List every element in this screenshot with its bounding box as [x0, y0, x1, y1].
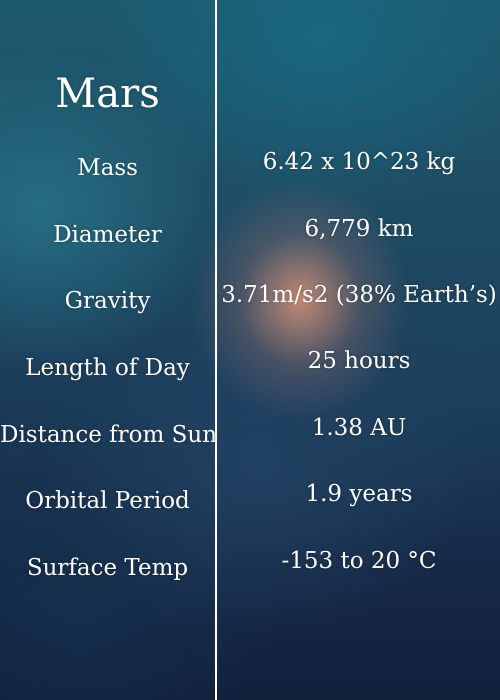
fact-value-diameter: 6,779 km [304, 216, 414, 242]
fact-label-gravity: Gravity [64, 288, 151, 314]
fact-value-length-of-day: 25 hours [307, 348, 411, 374]
fact-value-surface-temp: -153 to 20 °C [281, 548, 437, 574]
column-divider [215, 0, 217, 700]
fact-value-orbital-period: 1.9 years [305, 481, 413, 507]
fact-label-diameter: Diameter [53, 222, 162, 248]
fact-label-distance-from-sun: Distance from Sun [0, 422, 218, 448]
fact-label-orbital-period: Orbital Period [25, 488, 190, 514]
planet-title: Mars [55, 71, 160, 117]
fact-label-mass: Mass [77, 155, 138, 181]
fact-label-surface-temp: Surface Temp [26, 555, 189, 581]
fact-label-length-of-day: Length of Day [25, 355, 190, 381]
fact-value-distance-from-sun: 1.38 AU [311, 415, 407, 441]
fact-value-mass: 6.42 x 10^23 kg [262, 149, 456, 175]
fact-value-gravity: 3.71m/s2 (38% Earth’s) [221, 282, 497, 308]
